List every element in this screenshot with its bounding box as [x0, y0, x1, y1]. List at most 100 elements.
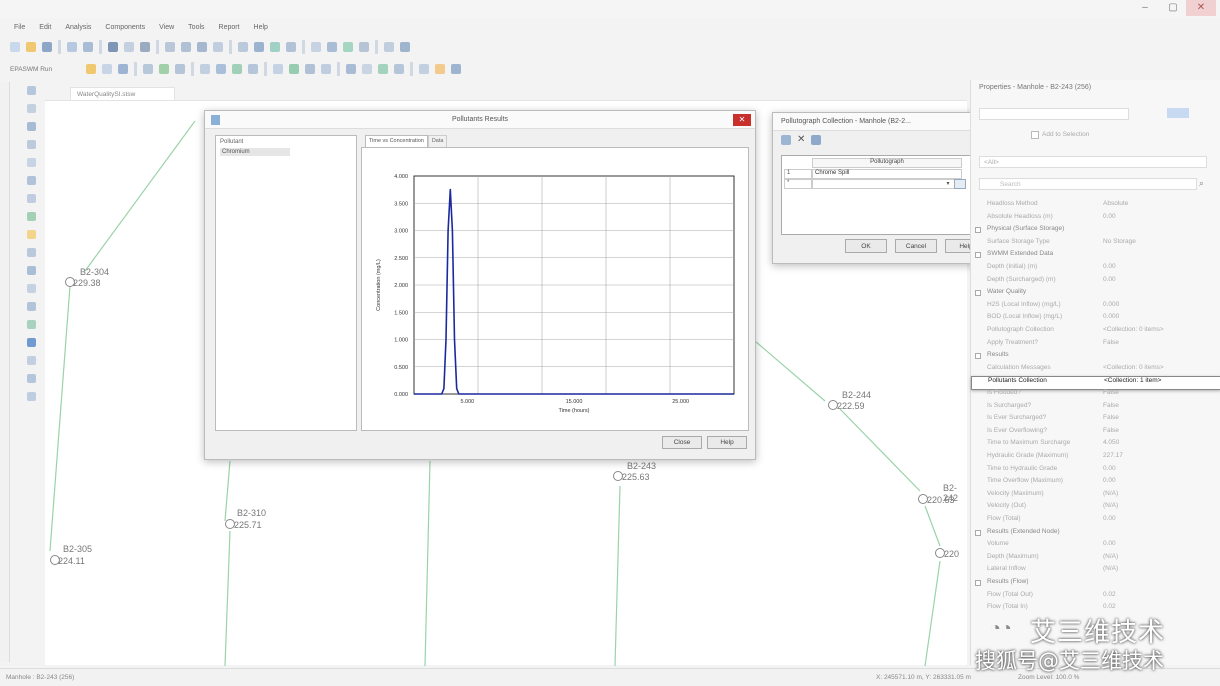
- property-section[interactable]: Water Quality: [971, 288, 1220, 300]
- property-row[interactable]: BOD (Local Inflow) (mg/L) 0.000: [971, 313, 1220, 325]
- validate-icon[interactable]: [118, 64, 128, 74]
- run-label[interactable]: EPASWM Run: [10, 66, 80, 73]
- tab-time-vs-concentration[interactable]: Time vs Concentration: [365, 135, 428, 147]
- pond-icon[interactable]: [175, 64, 185, 74]
- menu-view[interactable]: View: [159, 24, 174, 31]
- expand-icon[interactable]: [975, 290, 981, 297]
- property-row[interactable]: Absolute Headloss (m) 0.00: [971, 213, 1220, 225]
- new-row-icon[interactable]: [781, 135, 791, 145]
- save-icon[interactable]: [42, 42, 52, 52]
- weir-icon[interactable]: [321, 64, 331, 74]
- conduit-link[interactable]: [839, 408, 921, 492]
- manhole-icon[interactable]: [248, 64, 258, 74]
- folder-icon[interactable]: [86, 64, 96, 74]
- dialog-title-bar[interactable]: Pollutants Results ✕: [205, 111, 755, 129]
- zoom-icon[interactable]: [311, 42, 321, 52]
- property-section[interactable]: Results (Extended Node): [971, 528, 1220, 540]
- rss-icon[interactable]: [435, 64, 445, 74]
- ellipsis-button[interactable]: [954, 179, 966, 189]
- property-search-input[interactable]: Search: [979, 178, 1197, 190]
- property-row[interactable]: Is Ever Surcharged? False: [971, 414, 1220, 426]
- property-row[interactable]: Calculation Messages <Collection: 0 items…: [971, 364, 1220, 376]
- preview-icon[interactable]: [83, 42, 93, 52]
- pump-icon[interactable]: [216, 64, 226, 74]
- compute-icon[interactable]: [343, 42, 353, 52]
- side-panel-collapsed[interactable]: [0, 82, 10, 662]
- gis-icon[interactable]: [378, 64, 388, 74]
- expand-icon[interactable]: [975, 580, 981, 586]
- dialog-title-bar[interactable]: Pollutograph Collection - Manhole (B2-2.…: [773, 113, 996, 131]
- menu-analysis[interactable]: Analysis: [65, 24, 91, 31]
- polyline-tool-icon[interactable]: [26, 392, 36, 401]
- list-item[interactable]: Chromium: [220, 148, 290, 156]
- report-icon[interactable]: [359, 42, 369, 52]
- table-icon[interactable]: [254, 42, 264, 52]
- node-icon[interactable]: [26, 104, 36, 113]
- ok-button[interactable]: OK: [845, 239, 887, 253]
- manhole-tool-icon[interactable]: [26, 122, 36, 131]
- text-tool-icon[interactable]: [26, 356, 36, 365]
- text-icon[interactable]: [140, 42, 150, 52]
- conduit-link[interactable]: [924, 560, 941, 666]
- property-row[interactable]: Pollutograph Collection <Collection: 0 it…: [971, 326, 1220, 338]
- property-row[interactable]: Depth (Maximum) (N/A): [971, 553, 1220, 565]
- grid-icon[interactable]: [238, 42, 248, 52]
- menu-tools[interactable]: Tools: [188, 24, 204, 31]
- pointer-icon[interactable]: [26, 86, 36, 95]
- inlet-icon[interactable]: [232, 64, 242, 74]
- menu-report[interactable]: Report: [219, 24, 240, 31]
- property-row[interactable]: Is Ever Overflowing? False: [971, 427, 1220, 439]
- property-row[interactable]: Time to Maximum Surcharge 4.050: [971, 439, 1220, 451]
- pan-icon[interactable]: [213, 42, 223, 52]
- close-button[interactable]: ✕: [733, 114, 751, 126]
- property-section[interactable]: Results: [971, 351, 1220, 363]
- expand-icon[interactable]: [975, 353, 981, 360]
- conduit-link[interactable]: [224, 530, 231, 666]
- chart-icon[interactable]: [270, 42, 280, 52]
- magnify-icon[interactable]: [346, 64, 356, 74]
- tab-data[interactable]: Data: [427, 135, 448, 147]
- property-row[interactable]: Is Flooded? False: [971, 389, 1220, 401]
- search-icon[interactable]: ⌕: [1199, 178, 1204, 189]
- conduit-tool-icon[interactable]: [26, 266, 36, 275]
- property-row[interactable]: Is Surcharged? False: [971, 402, 1220, 414]
- maximize-icon[interactable]: ▢: [1158, 0, 1188, 16]
- menu-help[interactable]: Help: [254, 24, 268, 31]
- property-row[interactable]: Velocity (Maximum) (N/A): [971, 490, 1220, 502]
- channel-tool-icon[interactable]: [26, 302, 36, 311]
- animation-icon[interactable]: [419, 64, 429, 74]
- pump-tool-icon[interactable]: [26, 248, 36, 257]
- line-icon[interactable]: [181, 42, 191, 52]
- layer-icon[interactable]: [394, 64, 404, 74]
- gutter-tool-icon[interactable]: [26, 284, 36, 293]
- inlet-tool-icon[interactable]: [26, 140, 36, 149]
- scenario-icon[interactable]: [327, 42, 337, 52]
- lateral-tool-icon[interactable]: [26, 320, 36, 329]
- pollutograph-cell[interactable]: Chrome Spill: [812, 169, 962, 179]
- new-icon[interactable]: [10, 42, 20, 52]
- redo-icon[interactable]: [124, 42, 134, 52]
- property-row[interactable]: Flow (Total Out) 0.02: [971, 591, 1220, 603]
- pond-tool-icon[interactable]: [26, 194, 36, 203]
- property-row[interactable]: Volume 0.00: [971, 540, 1220, 552]
- tank-tool-icon[interactable]: [26, 230, 36, 239]
- conduit-link[interactable]: [224, 460, 231, 522]
- new-pollutograph-cell[interactable]: [812, 179, 962, 189]
- conduit-link[interactable]: [84, 120, 196, 272]
- property-section[interactable]: SWMM Extended Data: [971, 250, 1220, 262]
- element-selector[interactable]: [979, 108, 1129, 120]
- property-row[interactable]: Velocity (Out) (N/A): [971, 502, 1220, 514]
- expand-icon[interactable]: [975, 227, 981, 234]
- cancel-button[interactable]: Cancel: [895, 239, 937, 253]
- property-section[interactable]: Physical (Surface Storage): [971, 225, 1220, 237]
- dropdown-arrow-icon[interactable]: ▾: [944, 180, 952, 188]
- expand-icon[interactable]: [975, 529, 981, 536]
- report-icon[interactable]: [811, 135, 822, 145]
- channel-icon[interactable]: [289, 64, 299, 74]
- close-dialog-button[interactable]: Close: [662, 436, 702, 449]
- element-icon[interactable]: [143, 64, 153, 74]
- outfall-icon[interactable]: [200, 64, 210, 74]
- undo-icon[interactable]: [108, 42, 118, 52]
- conduit-link[interactable]: [424, 460, 431, 666]
- print-icon[interactable]: [67, 42, 77, 52]
